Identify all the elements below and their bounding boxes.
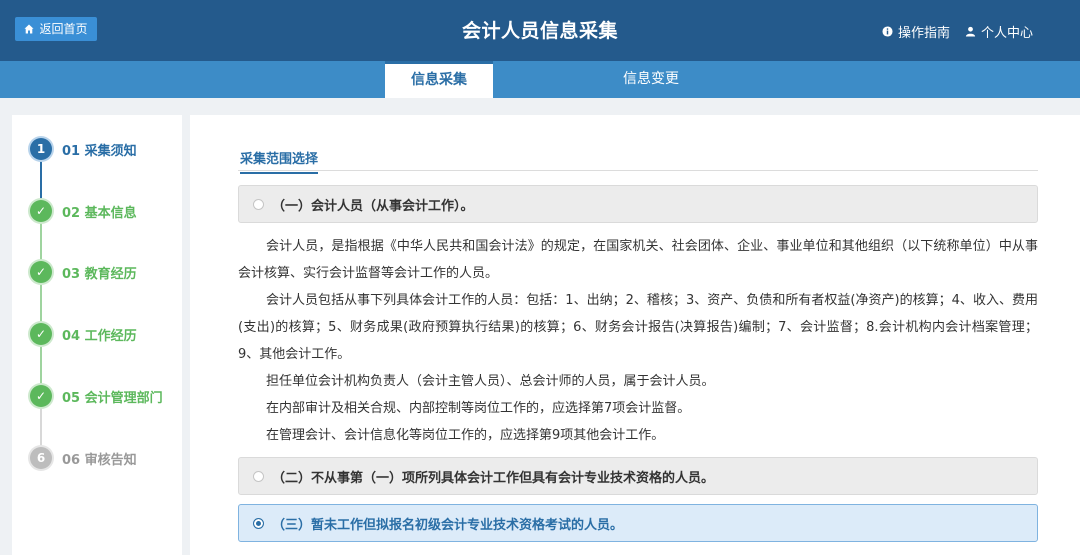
check-icon: ✓ [30,200,52,222]
user-center-link[interactable]: 个人中心 [965,22,1033,41]
step-sidebar: 1 01 采集须知 ✓ 02 基本信息 ✓ 03 教育经历 ✓ 04 工作经历 … [12,115,182,555]
option-label: （二）不从事第（一）项所列具体会计工作但具有会计专业技术资格的人员。 [272,470,715,486]
tab-info-collect[interactable]: 信息采集 [385,61,493,98]
option-qualified-non-accountant[interactable]: （二）不从事第（一）项所列具体会计工作但具有会计专业技术资格的人员。 [238,457,1038,495]
step-label: 05 会计管理部门 [62,390,163,406]
user-center-label: 个人中心 [981,26,1034,41]
step-label: 06 审核告知 [62,452,137,468]
step-connector [40,409,42,449]
option-exam-candidate[interactable]: （三）暂未工作但拟报名初级会计专业技术资格考试的人员。 [238,504,1038,542]
step-label: 04 工作经历 [62,328,137,344]
step-03-education[interactable]: ✓ 03 教育经历 [30,261,137,283]
radio-button-selected[interactable] [253,517,264,529]
step-connector [40,223,42,263]
description-paragraph: 在管理会计、会计信息化等岗位工作的，应选择第9项其他会计工作。 [266,428,665,443]
description-paragraph: 会计人员，是指根据《中华人民共和国会计法》的规定，在国家机关、社会团体、企业、事… [238,239,1038,281]
step-number: 6 [30,447,52,469]
step-label: 03 教育经历 [62,266,137,282]
option-label: （一）会计人员（从事会计工作）。 [272,198,474,214]
tab-bar: 信息采集 信息变更 [0,61,1080,98]
step-06-review[interactable]: 6 06 审核告知 [30,447,137,469]
option-label: （三）暂未工作但拟报名初级会计专业技术资格考试的人员。 [272,517,624,533]
option-description: 会计人员，是指根据《中华人民共和国会计法》的规定，在国家机关、社会团体、企业、事… [238,233,1038,449]
user-icon [965,26,976,37]
description-paragraph: 在内部审计及相关合规、内部控制等岗位工作的，应选择第7项会计监督。 [266,401,691,416]
option-accountant[interactable]: （一）会计人员（从事会计工作）。 [238,185,1038,223]
step-connector [40,161,42,201]
step-connector [40,285,42,325]
step-04-work[interactable]: ✓ 04 工作经历 [30,323,137,345]
info-icon [882,26,893,37]
tab-info-change[interactable]: 信息变更 [597,61,705,98]
main-panel: 采集范围选择 （一）会计人员（从事会计工作）。 会计人员，是指根据《中华人民共和… [190,115,1080,555]
check-icon: ✓ [30,323,52,345]
check-icon: ✓ [30,261,52,283]
check-icon: ✓ [30,385,52,407]
guide-link-label: 操作指南 [898,26,951,41]
description-paragraph: 会计人员包括从事下列具体会计工作的人员：包括：1、出纳；2、稽核；3、资产、负债… [238,293,1038,362]
step-label: 02 基本信息 [62,205,137,221]
guide-link[interactable]: 操作指南 [882,22,950,41]
divider [238,170,1038,171]
radio-button[interactable] [253,470,264,482]
step-01-notice[interactable]: 1 01 采集须知 [30,138,137,160]
step-05-accounting-dept[interactable]: ✓ 05 会计管理部门 [30,385,163,407]
description-paragraph: 担任单位会计机构负责人（会计主管人员）、总会计师的人员，属于会计人员。 [266,374,715,389]
step-number: 1 [30,138,52,160]
step-label: 01 采集须知 [62,143,137,159]
top-header: 返回首页 会计人员信息采集 操作指南 个人中心 [0,0,1080,61]
step-connector [40,347,42,387]
step-02-basic-info[interactable]: ✓ 02 基本信息 [30,200,137,222]
radio-button[interactable] [253,198,264,210]
